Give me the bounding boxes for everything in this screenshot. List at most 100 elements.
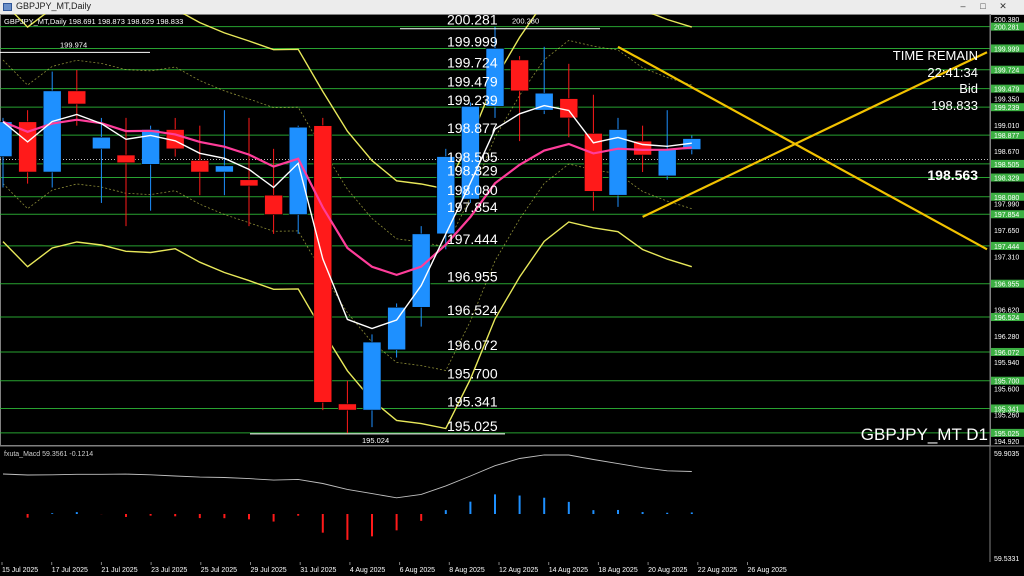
- level-label: 200.281: [447, 14, 498, 28]
- macd-axis-label: 59.9035: [994, 451, 1019, 458]
- candle-body: [338, 403, 357, 411]
- price-axis: 200.380200.281199.999199.724199.479199.3…: [989, 14, 1024, 562]
- level-label: 199.239: [447, 92, 498, 108]
- axis-tick-label: 198.877: [994, 133, 1019, 140]
- axis-tick-label: 195.940: [994, 360, 1019, 367]
- axis-tick-label: 194.920: [994, 439, 1019, 446]
- axis-tick-label: 196.955: [994, 282, 1019, 289]
- candle-body: [411, 233, 431, 308]
- date-label: 4 Aug 2025: [350, 567, 386, 574]
- date-axis: 15 Jul 2025 17 Jul 2025 21 Jul 2025 23 Jul …: [1, 562, 787, 574]
- axis-tick-label: 200.281: [994, 25, 1019, 32]
- date-label: 21 Jul 2025: [101, 567, 137, 574]
- level-label: 195.341: [447, 393, 498, 409]
- bid-label: Bid: [959, 81, 978, 96]
- ohlc-header: GBPJPY_MT,Daily 198.691 198.873 198.629 …: [4, 17, 183, 26]
- time-remain-value: 22:41:34: [927, 65, 978, 80]
- axis-tick-label: 197.990: [994, 202, 1019, 209]
- level-label: 199.999: [447, 33, 498, 49]
- level-label: 198.329: [447, 163, 498, 179]
- axis-tick-label: 195.025: [994, 431, 1019, 438]
- level-label: 199.724: [447, 55, 498, 71]
- axis-tick-label: 199.350: [994, 97, 1019, 104]
- axis-tick-label: 195.260: [994, 413, 1019, 420]
- axis-tick-label: 198.670: [994, 149, 1019, 156]
- level-label: 196.955: [447, 269, 498, 285]
- axis-tick-label: 199.479: [994, 87, 1019, 94]
- axis-tick-label: 199.010: [994, 123, 1019, 130]
- candle-body: [510, 59, 529, 92]
- date-label: 14 Aug 2025: [549, 567, 588, 574]
- candle-body: [215, 165, 234, 173]
- date-label: 25 Jul 2025: [201, 567, 237, 574]
- level-label: 195.025: [447, 418, 498, 434]
- date-label: 12 Aug 2025: [499, 567, 538, 574]
- extreme-price-label: 200.280: [512, 17, 539, 26]
- axis-tick-label: 199.239: [994, 105, 1019, 112]
- current-price-label: 198.563: [927, 167, 978, 183]
- axis-tick-label: 198.080: [994, 195, 1019, 202]
- date-label: 18 Aug 2025: [598, 567, 637, 574]
- axis-tick-label: 195.600: [994, 386, 1019, 393]
- axis-tick-label: 199.999: [994, 46, 1019, 53]
- macd-title: fxuta_Macd 59.3561 -0.1214: [4, 451, 93, 458]
- window-title: GBPJPY_MT,Daily: [16, 1, 92, 11]
- axis-tick-label: 198.329: [994, 176, 1019, 183]
- level-label: 196.072: [447, 337, 498, 353]
- date-label: 17 Jul 2025: [52, 567, 88, 574]
- envelope-bands: [2, 14, 693, 430]
- level-label: 195.700: [447, 366, 498, 382]
- axis-tick-label: 199.724: [994, 68, 1019, 75]
- candle-body: [92, 136, 111, 150]
- candlesticks: [0, 26, 702, 434]
- date-label: 26 Aug 2025: [748, 567, 787, 574]
- date-label: 15 Jul 2025: [2, 567, 38, 574]
- symbol-label: GBPJPY_MT D1: [861, 425, 988, 444]
- axis-tick-label: 196.524: [994, 315, 1019, 322]
- candle-body: [42, 90, 62, 173]
- extreme-price-label: 199.974: [60, 40, 87, 49]
- candle-body: [190, 160, 210, 173]
- level-label: 197.444: [447, 231, 498, 247]
- level-label: 197.854: [447, 199, 498, 215]
- date-label: 31 Jul 2025: [300, 567, 336, 574]
- level-label: 198.080: [447, 182, 498, 198]
- extreme-price-label: 195.024: [362, 436, 389, 445]
- candle-body: [559, 98, 579, 119]
- date-label: 8 Aug 2025: [449, 567, 485, 574]
- date-label: 22 Aug 2025: [698, 567, 737, 574]
- time-remain-label: TIME REMAIN: [893, 48, 978, 63]
- macd-signal-line: [2, 454, 692, 499]
- inner-band: [2, 163, 692, 371]
- axis-tick-label: 197.650: [994, 228, 1019, 235]
- date-label: 20 Aug 2025: [648, 567, 687, 574]
- bid-value: 198.833: [931, 98, 978, 113]
- level-label: 196.524: [447, 302, 498, 318]
- axis-tick-label: 195.700: [994, 379, 1019, 386]
- chart-window-icon: [3, 3, 12, 11]
- candle-body: [657, 148, 677, 177]
- candle-body: [67, 90, 87, 105]
- candle-body: [313, 125, 333, 403]
- axis-tick-label: 196.280: [994, 334, 1019, 341]
- axis-tick-label: 197.854: [994, 212, 1019, 219]
- axis-tick-label: 196.072: [994, 350, 1019, 357]
- date-label: 23 Jul 2025: [151, 567, 187, 574]
- maximize-button[interactable]: □: [976, 1, 990, 12]
- axis-tick-label: 197.310: [994, 254, 1019, 261]
- candle-body: [239, 179, 259, 187]
- macd-axis-label: 59.5331: [994, 556, 1019, 563]
- level-label: 198.877: [447, 120, 498, 136]
- candle-body: [362, 341, 382, 411]
- macd-subwindow: 59.9035 59.5331: [0, 445, 1024, 563]
- axis-tick-label: 197.444: [994, 244, 1019, 251]
- candle-body: [387, 306, 406, 351]
- level-label: 199.479: [447, 74, 498, 90]
- price-chart[interactable]: 200.281 199.999 199.724 199.479 199.239 198.8…: [0, 14, 1024, 576]
- close-button[interactable]: ✕: [996, 1, 1010, 12]
- minimize-button[interactable]: –: [956, 1, 970, 12]
- date-label: 6 Aug 2025: [400, 567, 436, 574]
- axis-tick-label: 198.505: [994, 162, 1019, 169]
- date-label: 29 Jul 2025: [251, 567, 287, 574]
- window-titlebar: GBPJPY_MT,Daily – □ ✕: [0, 0, 1024, 15]
